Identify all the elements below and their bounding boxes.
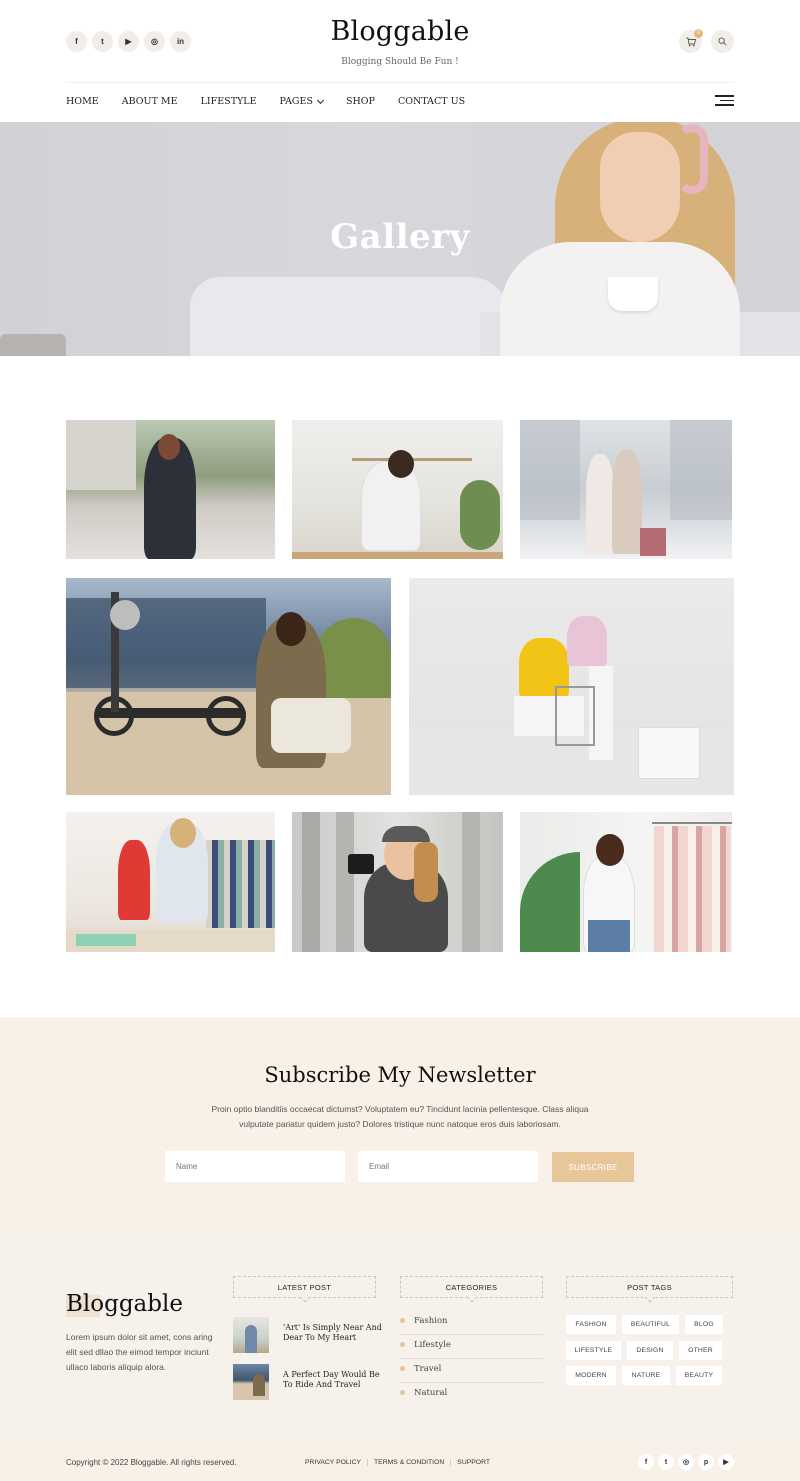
category-link[interactable]: Travel — [400, 1359, 543, 1383]
nav-home[interactable]: HOME — [66, 96, 99, 107]
search-icon[interactable] — [711, 30, 734, 53]
tag-link[interactable]: BEAUTIFUL — [622, 1315, 679, 1334]
nav-lifestyle[interactable]: LIFESTYLE — [201, 96, 257, 107]
subscribe-button[interactable]: SUBSCRIBE — [552, 1152, 634, 1182]
latest-post-title[interactable]: A Perfect Day Would Be To Ride And Trave… — [283, 1370, 383, 1390]
support-link[interactable]: SUPPORT — [451, 1459, 496, 1466]
footer-links: PRIVACY POLICY TERMS & CONDITION SUPPORT — [305, 1459, 496, 1466]
tag-link[interactable]: BLOG — [685, 1315, 723, 1334]
coffee-cup-image — [608, 277, 658, 311]
newsletter-text: Proin optio blanditiis occaecat dictumst… — [211, 1104, 589, 1129]
gallery-image-3[interactable] — [520, 420, 732, 559]
footer-logo[interactable]: Bloggable — [66, 1291, 183, 1317]
headphones-image — [676, 124, 708, 194]
latest-post-title[interactable]: 'Art' Is Simply Near And Dear To My Hear… — [283, 1323, 383, 1343]
gallery-image-8[interactable] — [520, 812, 732, 952]
latest-post-heading: LATEST POST — [233, 1276, 376, 1298]
footer-bottom-bar: Copyright © 2022 Bloggable. All rights r… — [0, 1445, 800, 1481]
tag-link[interactable]: NATURE — [622, 1366, 670, 1385]
gallery-image-5[interactable] — [409, 578, 734, 795]
nav-pages-label: PAGES — [279, 96, 313, 107]
newsletter-title: Subscribe My Newsletter — [264, 1063, 536, 1087]
gallery-image-7[interactable] — [292, 812, 503, 952]
chevron-down-icon — [316, 96, 325, 104]
privacy-policy-link[interactable]: PRIVACY POLICY — [305, 1459, 369, 1466]
gallery-image-6[interactable] — [66, 812, 275, 952]
nav-pages[interactable]: PAGES — [279, 96, 325, 107]
category-link[interactable]: Lifestyle — [400, 1335, 543, 1359]
nav-contact[interactable]: CONTACT US — [398, 96, 465, 107]
hero-bowl — [0, 334, 66, 356]
tag-link[interactable]: FASHION — [566, 1315, 616, 1334]
cart-icon[interactable]: 0 — [679, 29, 703, 53]
tag-link[interactable]: LIFESTYLE — [566, 1341, 621, 1360]
site-footer: Bloggable Lorem ipsum dolor sit amet, co… — [0, 1231, 800, 1445]
instagram-icon[interactable]: ◎ — [678, 1454, 694, 1470]
pinterest-icon[interactable]: p — [698, 1454, 714, 1470]
category-link[interactable]: Fashion — [400, 1311, 543, 1335]
latest-post-item[interactable]: A Perfect Day Would Be To Ride And Trave… — [233, 1364, 380, 1400]
post-tags-heading: POST TAGS — [566, 1276, 733, 1298]
main-nav: HOME ABOUT ME LIFESTYLE PAGES SHOP CONTA… — [66, 96, 465, 107]
category-link[interactable]: Natural — [400, 1383, 543, 1407]
youtube-icon[interactable]: ▶ — [718, 1454, 734, 1470]
latest-post-thumbnail[interactable] — [233, 1317, 269, 1353]
nav-about[interactable]: ABOUT ME — [122, 96, 178, 107]
cart-count-badge: 0 — [694, 29, 703, 38]
latest-post-item[interactable]: 'Art' Is Simply Near And Dear To My Hear… — [233, 1317, 382, 1353]
latest-post-thumbnail[interactable] — [233, 1364, 269, 1400]
name-field[interactable] — [165, 1151, 345, 1182]
page-title: Gallery — [330, 217, 470, 257]
facebook-icon[interactable]: f — [638, 1454, 654, 1470]
site-tagline: Blogging Should Be Fun ! — [341, 57, 459, 67]
tag-link[interactable]: OTHER — [679, 1341, 722, 1360]
hamburger-menu-icon[interactable] — [715, 95, 734, 109]
gallery-image-2[interactable] — [292, 420, 503, 559]
gallery-image-4[interactable] — [66, 578, 391, 795]
tag-link[interactable]: DESIGN — [627, 1341, 673, 1360]
header-divider — [66, 82, 734, 83]
email-field[interactable] — [358, 1151, 538, 1182]
header-actions: 0 — [679, 29, 734, 53]
twitter-icon[interactable]: t — [658, 1454, 674, 1470]
page-hero: Gallery — [0, 122, 800, 356]
terms-link[interactable]: TERMS & CONDITION — [368, 1459, 452, 1466]
gallery-image-1[interactable] — [66, 420, 275, 559]
nav-shop[interactable]: SHOP — [346, 96, 375, 107]
footer-logo-text: Bloggable — [66, 1291, 183, 1317]
logo-text[interactable]: Bloggable — [330, 16, 469, 47]
tag-link[interactable]: MODERN — [566, 1366, 616, 1385]
footer-description: Lorem ipsum dolor sit amet, cons aring e… — [66, 1332, 213, 1372]
newsletter-section: Subscribe My Newsletter Proin optio blan… — [0, 1017, 800, 1231]
footer-social-links: f t ◎ p ▶ — [638, 1454, 734, 1470]
tag-link[interactable]: BEAUTY — [676, 1366, 722, 1385]
hero-pillow — [190, 277, 510, 356]
copyright-text: Copyright © 2022 Bloggable. All rights r… — [66, 1458, 237, 1467]
site-header: f t ▶ ◎ in Bloggable Blogging Should Be … — [0, 0, 800, 122]
categories-heading: CATEGORIES — [400, 1276, 543, 1298]
